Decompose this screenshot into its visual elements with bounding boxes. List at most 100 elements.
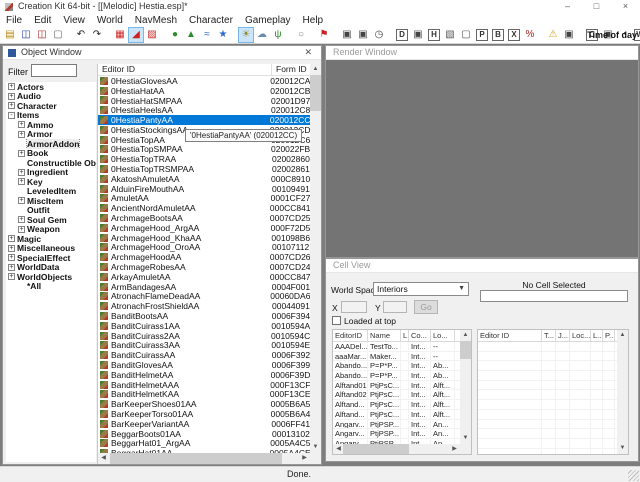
y-coordinate-field[interactable]: [383, 301, 407, 313]
minimize-button[interactable]: –: [553, 0, 582, 14]
object-list-row[interactable]: BeggarHat01_ArgAA0005A4C5: [98, 438, 310, 448]
link-markers-icon[interactable]: %: [523, 28, 537, 42]
warnings-window-icon[interactable]: ⚠: [546, 28, 560, 42]
snap-to-reference-icon[interactable]: ▨: [145, 28, 159, 42]
object-list-row[interactable]: BanditCuirass1AA0010594A: [98, 321, 310, 331]
tree-expander-icon[interactable]: +: [18, 150, 25, 157]
object-list-row[interactable]: 0HestiaTopSMPAA020022FB: [98, 145, 310, 155]
recent-cells-icon[interactable]: ◷: [372, 28, 386, 42]
version-control-icon[interactable]: ◫: [35, 28, 49, 42]
tree-item[interactable]: +MiscItem: [6, 196, 96, 206]
render-window-toggle-icon[interactable]: ▣: [411, 28, 425, 42]
scroll-up-icon[interactable]: ▲: [617, 330, 628, 341]
object-list-row[interactable]: ArchmageHood_ArgAA000F72D5: [98, 223, 310, 233]
tree-item[interactable]: LeveledItem: [6, 187, 96, 197]
object-list-row[interactable]: AtronachFlameDeadAA00060DA6: [98, 292, 310, 302]
papyrus-window-icon[interactable]: P: [475, 28, 489, 42]
cells-column-header[interactable]: Co...: [409, 330, 431, 341]
object-list-row[interactable]: 0HestiaHeelsAA020012C8: [98, 105, 310, 115]
tree-expander-icon[interactable]: +: [8, 102, 15, 109]
empty-ref-row[interactable]: [478, 371, 618, 381]
tree-item[interactable]: +Actors: [6, 82, 96, 92]
tree-item[interactable]: +Soul Gem: [6, 215, 96, 225]
refs-column-header[interactable]: Loc...: [570, 330, 591, 341]
tree-item[interactable]: +SpecialEffect: [6, 253, 96, 263]
refs-column-header[interactable]: P...: [603, 330, 615, 341]
world-spaces-icon[interactable]: ●: [168, 28, 182, 42]
tree-expander-icon[interactable]: +: [18, 178, 25, 185]
menu-item[interactable]: Edit: [28, 15, 57, 26]
object-list-row[interactable]: ArchmageHood_OroAA00107112: [98, 243, 310, 253]
scroll-up-icon[interactable]: ▲: [460, 330, 471, 341]
x-coordinate-field[interactable]: [341, 301, 367, 313]
empty-ref-row[interactable]: [478, 342, 618, 352]
toggle-sky-icon[interactable]: ☁: [255, 28, 269, 42]
menu-item[interactable]: File: [0, 15, 28, 26]
object-list-row[interactable]: ArkayAmuletAA000CC847: [98, 272, 310, 282]
empty-ref-row[interactable]: [478, 429, 618, 439]
tree-item[interactable]: +WorldObjects: [6, 272, 96, 282]
primitive-cube-icon[interactable]: ▧: [443, 28, 457, 42]
navmesh-icon[interactable]: ⚑: [317, 28, 331, 42]
column-header-form-id[interactable]: Form ID: [272, 64, 307, 75]
object-list-row[interactable]: BanditHelmetAAA000F13CF: [98, 380, 310, 390]
cascade-windows-icon[interactable]: ▣: [340, 28, 354, 42]
object-list-row[interactable]: ArchmageBootsAA0007CD25: [98, 213, 310, 223]
filter-input[interactable]: [31, 64, 77, 77]
object-list-row[interactable]: ArchmageRobesAA0007CD24: [98, 262, 310, 272]
object-list-row[interactable]: ArmBandagesAA0004F001: [98, 282, 310, 292]
tree-item[interactable]: +Miscellaneous: [6, 244, 96, 254]
object-list-row[interactable]: ArchmageHoodAA0007CD26: [98, 252, 310, 262]
scroll-right-icon[interactable]: ▶: [299, 453, 310, 464]
object-list-row[interactable]: 0HestiaGlovesAA020012CA: [98, 76, 310, 86]
object-list-horizontal-scrollbar[interactable]: ◀ ▶: [98, 453, 310, 464]
tree-item[interactable]: *All: [6, 282, 96, 292]
refs-column-header[interactable]: J...: [556, 330, 570, 341]
scrollbar-thumb[interactable]: [460, 341, 471, 359]
snap-to-angle-icon[interactable]: ◢: [129, 28, 143, 42]
object-list-row[interactable]: 0HestiaTopTRSMPAA02002861: [98, 164, 310, 174]
object-list-row[interactable]: AkatoshAmuletAA000C8910: [98, 174, 310, 184]
cells-column-header[interactable]: Name: [368, 330, 401, 341]
havok-sim-icon[interactable]: H: [427, 28, 441, 42]
scroll-down-icon[interactable]: ▼: [310, 442, 321, 453]
preferences-icon[interactable]: ▢: [51, 28, 65, 42]
layers-window-icon[interactable]: ▣: [562, 28, 576, 42]
menu-item[interactable]: View: [57, 15, 91, 26]
object-list-row[interactable]: BarKeeperTorso01AA0005B6A4: [98, 409, 310, 419]
filtered-dialogue-icon[interactable]: ○: [294, 28, 308, 42]
object-list-row[interactable]: BanditHelmetKAA000F13CE: [98, 390, 310, 400]
scrollbar-thumb[interactable]: [343, 444, 409, 454]
scroll-right-icon[interactable]: ▶: [449, 444, 460, 454]
object-list-row[interactable]: BanditHelmetAA0006F39D: [98, 370, 310, 380]
tree-expander-icon[interactable]: +: [18, 131, 25, 138]
object-list-row[interactable]: ArchmageHood_KhaAA001098B6: [98, 233, 310, 243]
save-plugin-icon[interactable]: ◫: [19, 28, 33, 42]
tile-windows-icon[interactable]: ▣: [356, 28, 370, 42]
tree-expander-icon[interactable]: +: [8, 254, 15, 261]
object-window-close-icon[interactable]: ✕: [304, 46, 312, 59]
empty-ref-row[interactable]: [478, 381, 618, 391]
world-space-dropdown[interactable]: Interiors ▼: [373, 282, 469, 296]
PtjPsC...[interactable]: Alftand...PtjPsC...Int...Alft...: [333, 410, 460, 420]
PtjPSP...[interactable]: Angarv...PtjPSP...Int...An...: [333, 429, 460, 439]
PtjPsC...[interactable]: Alftand...PtjPsC...Int...Alft...: [333, 400, 460, 410]
object-list-row[interactable]: AtronachFrostShieldAA00044091: [98, 301, 310, 311]
object-list-row[interactable]: BarKeeperShoes01AA0005B6A5: [98, 399, 310, 409]
menu-item[interactable]: World: [91, 15, 129, 26]
tree-expander-icon[interactable]: +: [8, 93, 15, 100]
empty-ref-row[interactable]: [478, 352, 618, 362]
PtjPSP...[interactable]: Angarv...PtjPSP...Int...An...: [333, 420, 460, 430]
scroll-up-icon[interactable]: ▲: [310, 64, 321, 75]
go-button[interactable]: Go: [414, 300, 438, 314]
cells-column-header[interactable]: Lo...: [431, 330, 455, 341]
tree-item[interactable]: -Items: [6, 111, 96, 121]
refs-column-header[interactable]: T...: [542, 330, 556, 341]
open-file-icon[interactable]: ▤: [3, 28, 17, 42]
tree-item[interactable]: Constructible Object: [6, 158, 96, 168]
object-list-row[interactable]: AlduinFireMouthAA00109491: [98, 184, 310, 194]
scroll-down-icon[interactable]: ▼: [617, 443, 628, 454]
object-list-row[interactable]: BanditCuirass2AA0010594C: [98, 331, 310, 341]
tree-item[interactable]: +Book: [6, 149, 96, 159]
object-list-row[interactable]: 0HestiaTopTRAA02002860: [98, 154, 310, 164]
